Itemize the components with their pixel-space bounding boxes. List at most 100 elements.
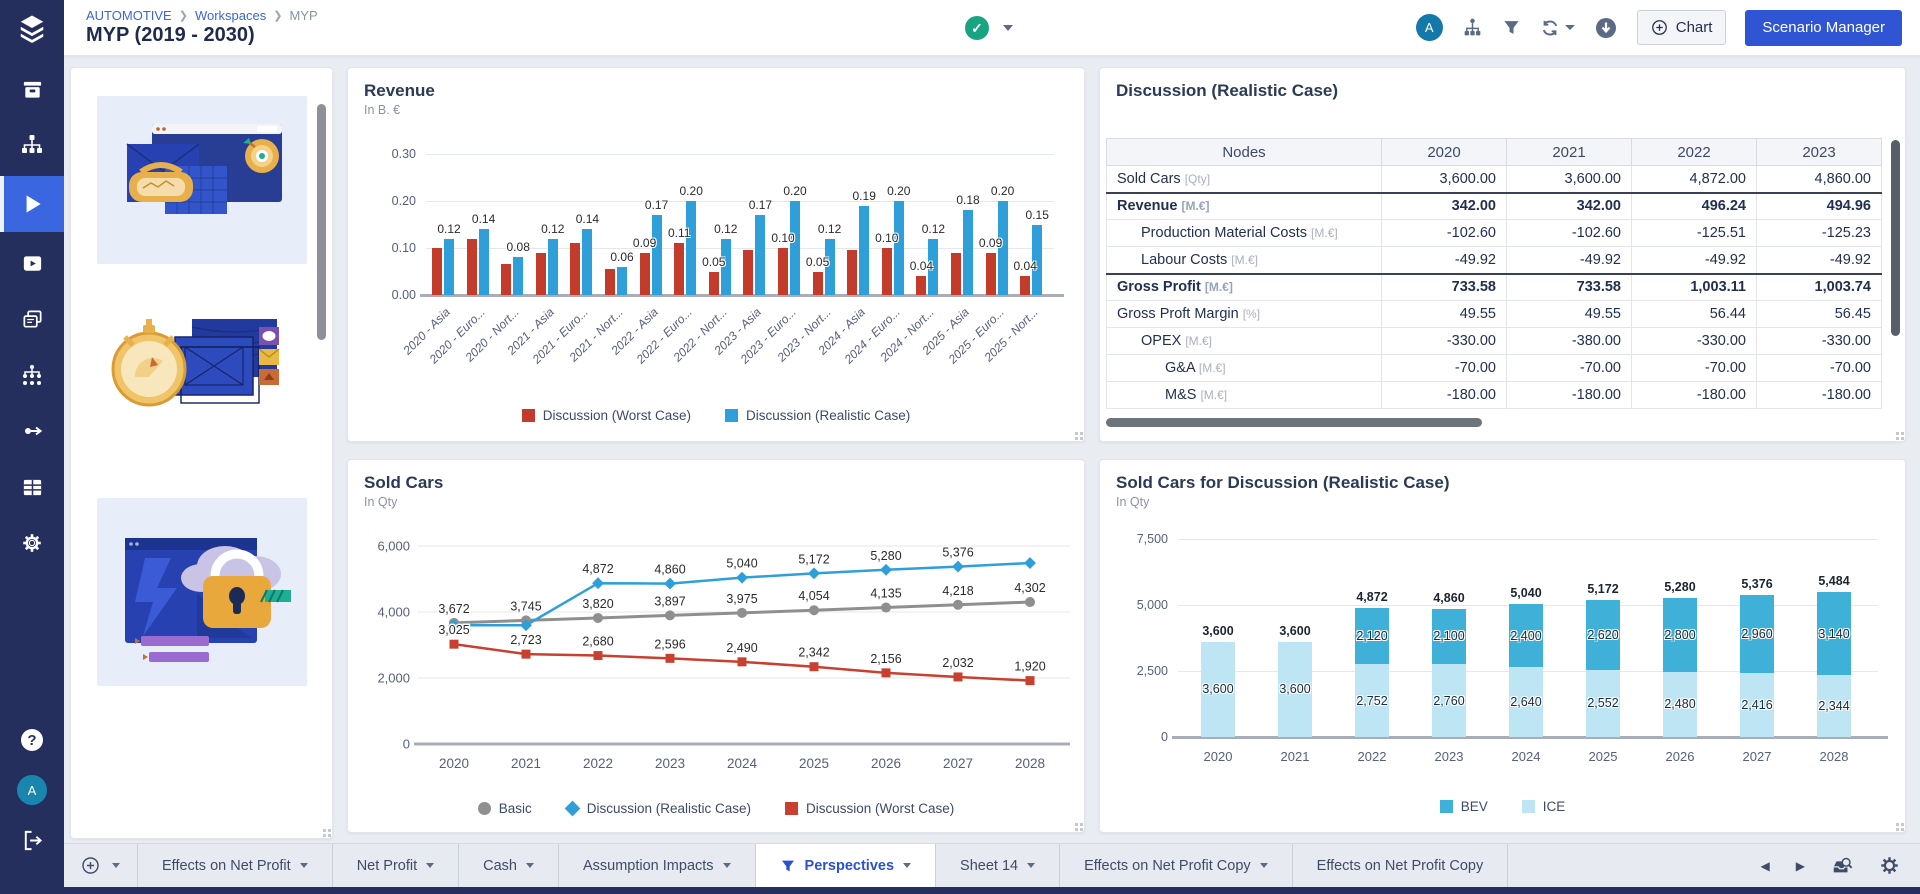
- sheet-tab[interactable]: Net Profit: [333, 844, 459, 887]
- user-avatar[interactable]: A: [1416, 14, 1443, 41]
- worst-bar: [501, 264, 511, 295]
- table-row[interactable]: Production Material Costs [M.€]-102.60-1…: [1107, 220, 1882, 247]
- worst-bar: [743, 250, 753, 295]
- data-point: [450, 640, 459, 649]
- legend-item[interactable]: Discussion (Realistic Case): [566, 801, 751, 816]
- table-row[interactable]: Revenue [M.€]342.00342.00496.24494.96: [1107, 193, 1882, 220]
- sheet-search-button[interactable]: [1831, 855, 1853, 877]
- sidebar-item-presentations[interactable]: [0, 238, 64, 288]
- sidebar-item-reports[interactable]: [0, 294, 64, 344]
- worst-bar: [674, 243, 684, 295]
- data-point: [952, 561, 964, 573]
- refresh-button[interactable]: [1540, 18, 1575, 38]
- scenario-manager-button[interactable]: Scenario Manager: [1745, 10, 1902, 46]
- legend-item[interactable]: Discussion (Realistic Case): [725, 408, 910, 423]
- data-point: [665, 610, 675, 620]
- resize-grip[interactable]: [1896, 432, 1899, 435]
- sheet-tab[interactable]: Perspectives: [756, 844, 936, 887]
- table-row[interactable]: Labour Costs [M.€]-49.92-49.92-49.92-49.…: [1107, 247, 1882, 274]
- sheet-tab[interactable]: Sheet 14: [936, 844, 1060, 887]
- sidebar-item-flows[interactable]: [0, 406, 64, 456]
- stacked-bar: [1586, 600, 1620, 737]
- sidebar-item-drivers[interactable]: [0, 350, 64, 400]
- worst-bar: [467, 239, 477, 295]
- stacked-bar: [1740, 595, 1774, 737]
- value-cell: 733.58: [1507, 274, 1632, 301]
- sidebar-item-simulations[interactable]: [0, 176, 64, 232]
- resize-grip[interactable]: [1075, 432, 1078, 435]
- sidebar-item-models[interactable]: [0, 120, 64, 170]
- breadcrumb-workspaces[interactable]: Workspaces: [195, 8, 266, 23]
- sheet-tab-label: Net Profit: [357, 858, 417, 874]
- point-value-label: 2,490: [726, 641, 757, 655]
- add-sheet-button[interactable]: [64, 844, 138, 887]
- download-button[interactable]: [1594, 16, 1618, 40]
- column-header[interactable]: 2020: [1382, 139, 1507, 166]
- worst-bar: [778, 248, 788, 295]
- resize-grip[interactable]: [1896, 823, 1899, 826]
- table-row[interactable]: Sold Cars [Qty]3,600.003,600.004,872.004…: [1107, 166, 1882, 193]
- thumbnail-slide-3[interactable]: [97, 498, 307, 686]
- thumbnail-slide-1[interactable]: [97, 96, 307, 264]
- segment-value-label: 2,400: [1510, 629, 1541, 643]
- value-cell: 733.58: [1382, 274, 1507, 301]
- bar-group: [674, 201, 696, 295]
- sidebar-item-settings[interactable]: [0, 518, 64, 568]
- sheet-tab[interactable]: Effects on Net Profit Copy: [1293, 844, 1509, 887]
- sheet-tab[interactable]: Effects on Net Profit: [138, 844, 333, 887]
- sheet-settings-button[interactable]: [1879, 855, 1900, 876]
- legend-item[interactable]: Discussion (Worst Case): [522, 408, 691, 423]
- resize-grip[interactable]: [323, 829, 326, 832]
- legend-item[interactable]: Basic: [478, 801, 532, 816]
- segment-value-label: 2,416: [1741, 698, 1772, 712]
- bar-value-label: 0.12: [818, 222, 841, 236]
- sidebar-item-help[interactable]: ?: [0, 718, 64, 762]
- table-vertical-scrollbar[interactable]: [1891, 140, 1900, 336]
- sheet-tab[interactable]: Effects on Net Profit Copy: [1060, 844, 1293, 887]
- app-logo[interactable]: [0, 0, 64, 56]
- thumbnail-slide-2[interactable]: [97, 307, 307, 455]
- x-axis-label: 2027: [1743, 749, 1772, 764]
- sidebar-item-archive[interactable]: [0, 64, 64, 114]
- value-cell: -70.00: [1382, 355, 1507, 382]
- add-chart-button[interactable]: Chart: [1637, 10, 1727, 45]
- node-unit-badge: [M.€]: [1199, 361, 1226, 375]
- column-header[interactable]: 2023: [1757, 139, 1882, 166]
- x-axis-label: 2022: [583, 756, 613, 771]
- x-axis-label: 2023: [655, 756, 685, 771]
- hierarchy-button[interactable]: [1462, 17, 1483, 38]
- x-axis-label: 2022: [1358, 749, 1387, 764]
- sheet-tab-label: Effects on Net Profit: [162, 858, 291, 874]
- column-header[interactable]: 2021: [1507, 139, 1632, 166]
- column-header[interactable]: Nodes: [1107, 139, 1382, 166]
- thumbnails-scrollbar[interactable]: [317, 104, 326, 340]
- resize-grip[interactable]: [1075, 823, 1078, 826]
- point-value-label: 2,032: [942, 656, 973, 670]
- filter-button[interactable]: [1502, 18, 1521, 37]
- status-check-icon[interactable]: ✓: [965, 16, 989, 40]
- table-row[interactable]: OPEX [M.€]-330.00-380.00-330.00-330.00: [1107, 328, 1882, 355]
- realistic-bar: [894, 201, 904, 295]
- scroll-tabs-left-button[interactable]: ◀: [1761, 859, 1770, 873]
- node-cell: Sold Cars [Qty]: [1107, 166, 1382, 193]
- column-header[interactable]: 2022: [1632, 139, 1757, 166]
- sidebar-item-tables[interactable]: [0, 462, 64, 512]
- table-row[interactable]: M&S [M.€]-180.00-180.00-180.00-180.00: [1107, 382, 1882, 409]
- sheet-tab[interactable]: Assumption Impacts: [559, 844, 756, 887]
- sheet-tab[interactable]: Cash: [459, 844, 559, 887]
- table-row[interactable]: G&A [M.€]-70.00-70.00-70.00-70.00: [1107, 355, 1882, 382]
- legend-item[interactable]: BEV: [1440, 799, 1488, 814]
- legend-item[interactable]: ICE: [1522, 799, 1566, 814]
- segment-value-label: 2,100: [1433, 629, 1464, 643]
- sidebar-user-avatar[interactable]: A: [0, 768, 64, 812]
- chart-legend: Discussion (Worst Case) Discussion (Reali…: [348, 408, 1084, 423]
- table-row[interactable]: Gross Profit [M.€]733.58733.581,003.111,…: [1107, 274, 1882, 301]
- breadcrumb-automotive[interactable]: AUTOMOTIVE: [86, 8, 172, 23]
- chevron-down-icon[interactable]: [1003, 25, 1013, 31]
- legend-item[interactable]: Discussion (Worst Case): [785, 801, 954, 816]
- table-row[interactable]: Gross Proft Margin [%]49.5549.5556.4456.…: [1107, 301, 1882, 328]
- sidebar-item-logout[interactable]: [0, 818, 64, 862]
- table-horizontal-scrollbar[interactable]: [1106, 418, 1482, 427]
- total-value-label: 5,040: [1510, 586, 1541, 600]
- scroll-tabs-right-button[interactable]: ▶: [1796, 859, 1805, 873]
